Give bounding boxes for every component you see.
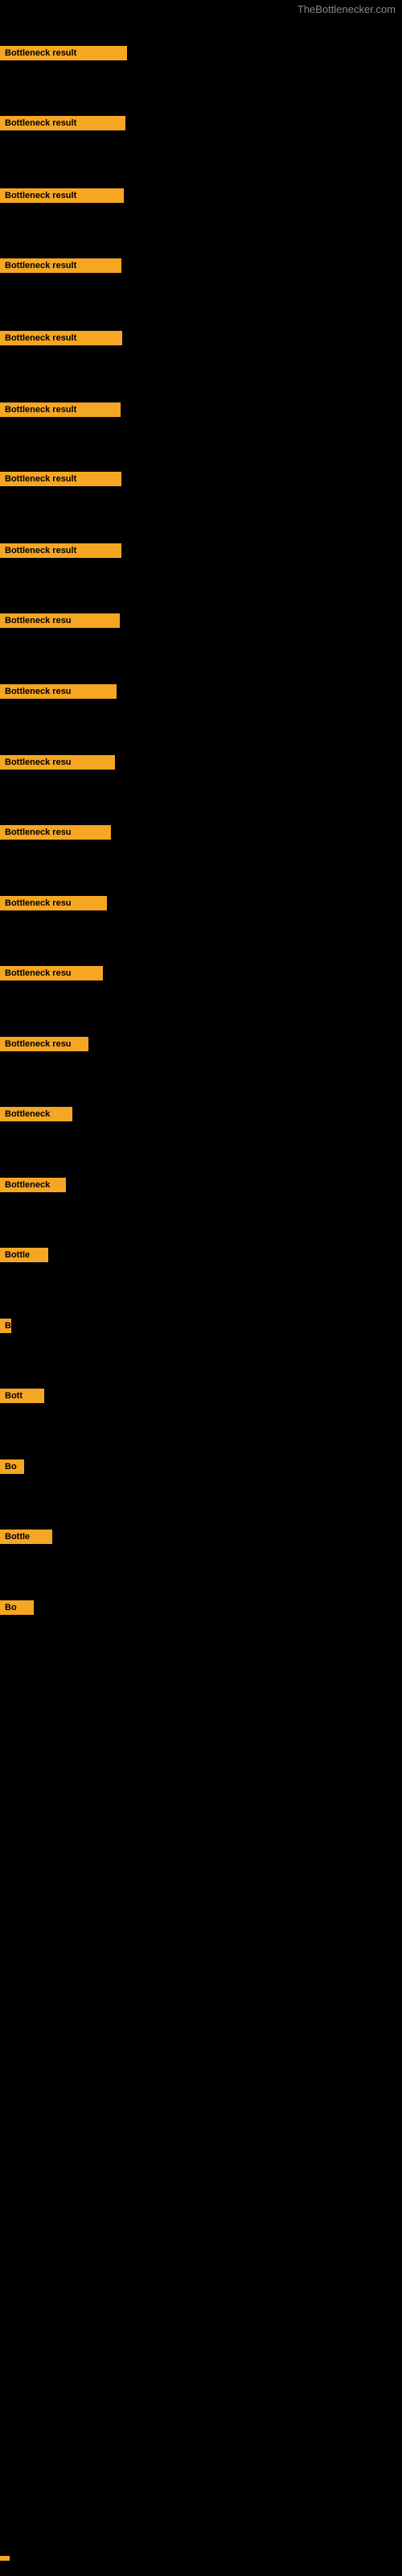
bottleneck-row: Bottleneck result xyxy=(0,46,127,64)
bottleneck-row: Bottleneck result xyxy=(0,402,121,421)
bottleneck-badge[interactable]: Bottleneck result xyxy=(0,258,121,273)
bottleneck-badge[interactable]: Bottleneck resu xyxy=(0,1037,88,1051)
bottleneck-row: Bottleneck result xyxy=(0,543,121,562)
bottleneck-badge[interactable]: B xyxy=(0,1319,11,1333)
bottleneck-row xyxy=(0,2550,10,2565)
bottleneck-row: Bott xyxy=(0,1389,44,1407)
bottleneck-badge[interactable]: Bottleneck result xyxy=(0,331,122,345)
bottleneck-row: Bo xyxy=(0,1600,34,1619)
bottleneck-row: Bottleneck resu xyxy=(0,896,107,914)
bottleneck-row: Bottleneck xyxy=(0,1107,72,1125)
bottleneck-row: Bottleneck resu xyxy=(0,966,103,985)
bottleneck-badge[interactable]: Bottleneck resu xyxy=(0,896,107,910)
bottleneck-badge[interactable]: Bo xyxy=(0,1600,34,1615)
bottleneck-row: Bottleneck resu xyxy=(0,684,117,703)
bottleneck-badge[interactable]: Bottleneck result xyxy=(0,402,121,417)
bottleneck-row: Bottleneck resu xyxy=(0,755,115,774)
bottleneck-row: Bottleneck result xyxy=(0,472,121,490)
bottleneck-row: Bottleneck result xyxy=(0,188,124,207)
bottleneck-badge[interactable]: Bottleneck result xyxy=(0,472,121,486)
bottleneck-row: Bottleneck resu xyxy=(0,613,120,632)
bottleneck-badge[interactable]: Bottleneck xyxy=(0,1178,66,1192)
bottleneck-badge[interactable]: Bottle xyxy=(0,1530,52,1544)
bottleneck-badge[interactable]: Bottleneck resu xyxy=(0,684,117,699)
bottleneck-badge[interactable]: Bottleneck xyxy=(0,1107,72,1121)
bottleneck-row: Bottle xyxy=(0,1248,48,1266)
bottleneck-badge[interactable]: Bo xyxy=(0,1459,24,1474)
bottleneck-badge[interactable]: Bottleneck resu xyxy=(0,966,103,980)
bottleneck-badge[interactable]: Bottleneck result xyxy=(0,543,121,558)
bottleneck-row: Bottleneck resu xyxy=(0,825,111,844)
bottleneck-row: Bottleneck result xyxy=(0,258,121,277)
bottleneck-row: Bottleneck result xyxy=(0,116,125,134)
bottleneck-badge[interactable]: Bott xyxy=(0,1389,44,1403)
bottleneck-row: Bottle xyxy=(0,1530,52,1548)
bottleneck-row: Bo xyxy=(0,1459,24,1478)
bottleneck-badge[interactable] xyxy=(0,2556,10,2561)
bottleneck-row: Bottleneck resu xyxy=(0,1037,88,1055)
bottleneck-row: Bottleneck xyxy=(0,1178,66,1196)
bottleneck-badge[interactable]: Bottleneck result xyxy=(0,188,124,203)
bottleneck-row: B xyxy=(0,1319,11,1337)
bottleneck-badge[interactable]: Bottleneck resu xyxy=(0,755,115,770)
bottleneck-row: Bottleneck result xyxy=(0,331,122,349)
bottleneck-badge[interactable]: Bottleneck resu xyxy=(0,825,111,840)
site-title: TheBottlenecker.com xyxy=(291,0,402,19)
bottleneck-badge[interactable]: Bottle xyxy=(0,1248,48,1262)
bottleneck-badge[interactable]: Bottleneck result xyxy=(0,46,127,60)
bottleneck-badge[interactable]: Bottleneck result xyxy=(0,116,125,130)
bottleneck-badge[interactable]: Bottleneck resu xyxy=(0,613,120,628)
